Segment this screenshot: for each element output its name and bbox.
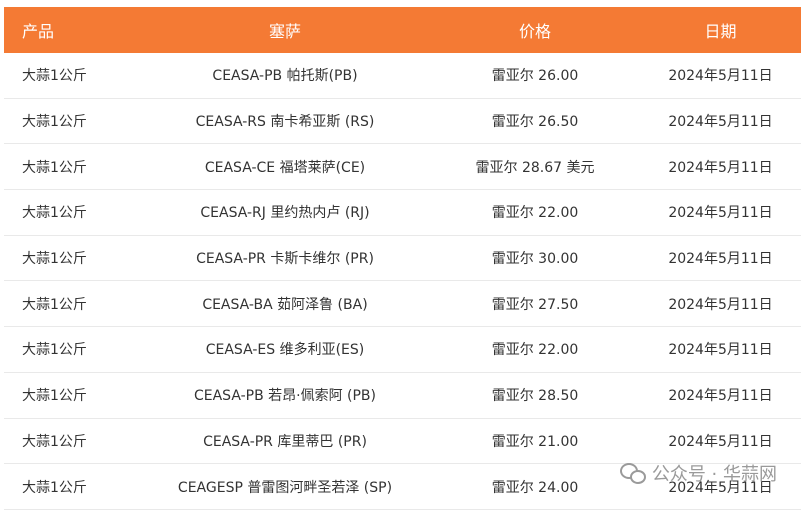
cell-price: 雷亚尔 27.50 <box>491 296 579 313</box>
table-row: 大蒜1公斤 CEASA-ES 维多利亚(ES) 雷亚尔 22.00 2024年5… <box>4 327 801 373</box>
table-row: 大蒜1公斤 CEASA-BA 茹阿泽鲁 (BA) 雷亚尔 27.50 2024年… <box>4 281 801 328</box>
cell-ceasa: CEASA-CE 福塔莱萨(CE) <box>204 159 366 176</box>
table-header: 产品 塞萨 价格 日期 <box>4 7 801 53</box>
cell-date: 2024年5月11日 <box>668 296 773 313</box>
cell-ceasa: CEASA-PR 卡斯卡维尔 (PR) <box>196 251 374 268</box>
cell-product: 大蒜1公斤 <box>22 433 87 450</box>
cell-ceasa: CEASA-PB 帕托斯(PB) <box>212 68 358 85</box>
header-price: 价格 <box>518 22 551 41</box>
cell-date: 2024年5月11日 <box>668 68 773 85</box>
table-row: 大蒜1公斤 CEASA-RJ 里约热内卢 (RJ) 雷亚尔 22.00 2024… <box>4 190 801 236</box>
table-row: 大蒜1公斤 CEASA-RS 南卡希亚斯 (RS) 雷亚尔 26.50 2024… <box>4 98 801 145</box>
cell-ceasa: CEASA-RS 南卡希亚斯 (RS) <box>195 114 375 131</box>
cell-ceasa: CEASA-BA 茹阿泽鲁 (BA) <box>202 296 368 313</box>
cell-ceasa: CEASA-PB 若昂·佩索阿 (PB) <box>193 388 377 405</box>
table-row: 大蒜1公斤 CEASA-PB 帕托斯(PB) 雷亚尔 26.00 2024年5月… <box>4 53 801 99</box>
cell-price: 雷亚尔 22.00 <box>491 342 579 359</box>
cell-price: 雷亚尔 21.00 <box>491 433 579 450</box>
cell-date: 2024年5月11日 <box>668 433 773 450</box>
cell-ceasa: CEASA-ES 维多利亚(ES) <box>205 342 365 359</box>
cell-ceasa: CEAGESP 普雷图河畔圣若泽 (SP) <box>177 479 393 496</box>
cell-product: 大蒜1公斤 <box>22 159 87 176</box>
cell-ceasa: CEASA-PR 库里蒂巴 (PR) <box>203 433 367 450</box>
table-row: 大蒜1公斤 CEASA-PR 卡斯卡维尔 (PR) 雷亚尔 30.00 2024… <box>4 235 801 282</box>
header-ceasa: 塞萨 <box>268 22 301 41</box>
cell-ceasa: CEASA-RJ 里约热内卢 (RJ) <box>200 205 370 222</box>
cell-date: 2024年5月11日 <box>668 205 773 222</box>
table-row: 大蒜1公斤 CEASA-PR 库里蒂巴 (PR) 雷亚尔 21.00 2024年… <box>4 418 801 465</box>
cell-price: 雷亚尔 26.00 <box>491 68 579 85</box>
header-date: 日期 <box>704 22 737 41</box>
cell-product: 大蒜1公斤 <box>22 479 87 496</box>
cell-price: 雷亚尔 28.50 <box>491 388 579 405</box>
cell-date: 2024年5月11日 <box>668 114 773 131</box>
cell-date: 2024年5月11日 <box>668 388 773 405</box>
cell-product: 大蒜1公斤 <box>22 68 87 85</box>
cell-date: 2024年5月11日 <box>668 342 773 359</box>
cell-date: 2024年5月11日 <box>668 251 773 268</box>
cell-price: 雷亚尔 22.00 <box>491 205 579 222</box>
watermark: 公众号 · 华蒜网 <box>619 460 777 486</box>
cell-product: 大蒜1公斤 <box>22 342 87 359</box>
cell-product: 大蒜1公斤 <box>22 296 87 313</box>
cell-product: 大蒜1公斤 <box>22 205 87 222</box>
price-table: 产品 塞萨 价格 日期 大蒜1公斤 CEASA-PB 帕托斯(PB) 雷亚尔 2… <box>4 7 801 510</box>
cell-product: 大蒜1公斤 <box>22 251 87 268</box>
cell-price: 雷亚尔 30.00 <box>491 251 579 268</box>
wechat-icon <box>619 462 646 484</box>
table-row: 大蒜1公斤 CEASA-PB 若昂·佩索阿 (PB) 雷亚尔 28.50 202… <box>4 372 801 419</box>
cell-price: 雷亚尔 26.50 <box>491 114 579 131</box>
cell-product: 大蒜1公斤 <box>22 114 87 131</box>
cell-price: 雷亚尔 28.67 美元 <box>475 159 595 176</box>
cell-date: 2024年5月11日 <box>668 159 773 176</box>
table-row: 大蒜1公斤 CEASA-CE 福塔莱萨(CE) 雷亚尔 28.67 美元 202… <box>4 144 801 191</box>
watermark-text: 公众号 · 华蒜网 <box>651 464 777 485</box>
cell-product: 大蒜1公斤 <box>22 388 87 405</box>
cell-price: 雷亚尔 24.00 <box>491 479 579 496</box>
header-product: 产品 <box>22 22 55 41</box>
